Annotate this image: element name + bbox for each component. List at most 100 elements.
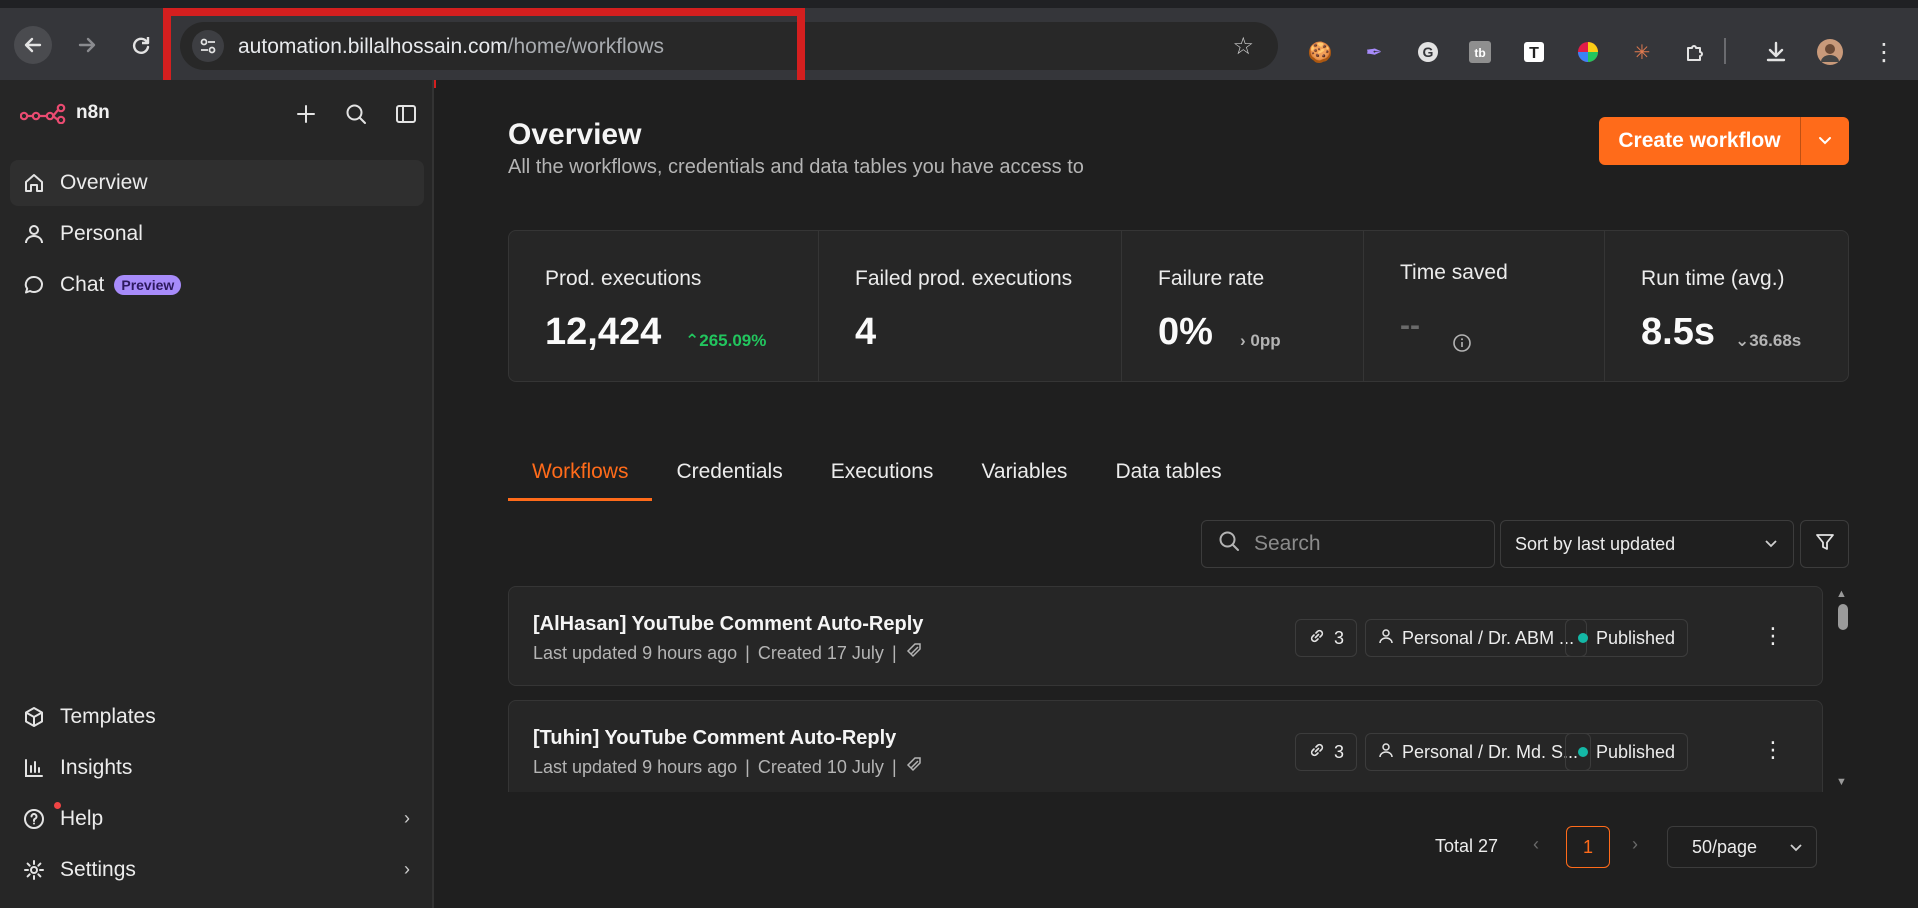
stat-value: 8.5s [1641, 311, 1715, 353]
tab-executions[interactable]: Executions [807, 452, 958, 501]
url-highlight-box [163, 8, 805, 88]
info-icon[interactable] [1452, 333, 1472, 358]
shared-links-chip[interactable]: 3 [1295, 733, 1358, 771]
svg-text:T: T [1529, 45, 1539, 62]
status-dot [1578, 633, 1588, 643]
chevron-down-icon [1788, 839, 1804, 860]
tab-bar: Workflows Credentials Executions Variabl… [508, 452, 1246, 501]
create-workflow-button[interactable]: Create workflow [1599, 117, 1849, 165]
tab-data-tables[interactable]: Data tables [1091, 452, 1245, 501]
scroll-up-arrow[interactable]: ▲ [1836, 588, 1847, 600]
sidebar-item-label: Chat [60, 273, 105, 296]
back-arrow-icon[interactable] [14, 26, 52, 64]
insights-summary: Prod. executions 12,424 ⌃265.09% Failed … [508, 230, 1849, 382]
workflow-title[interactable]: [AlHasan] YouTube Comment Auto-Reply [533, 613, 923, 636]
stat-delta: ⌄36.68s [1735, 331, 1802, 350]
plus-icon[interactable] [294, 102, 318, 126]
feather-extension-icon[interactable]: ✒ [1360, 38, 1388, 66]
owner-chip[interactable]: Personal / Dr. Md. S... [1365, 733, 1592, 771]
tag-icon [905, 755, 925, 780]
n8n-logo[interactable]: n8n [20, 102, 110, 124]
tab-variables[interactable]: Variables [957, 452, 1091, 501]
sidebar-item-label: Help [60, 807, 104, 830]
sidebar: n8n Overview Personal Chat Preview Templ… [0, 80, 434, 908]
download-icon[interactable] [1762, 38, 1790, 66]
status-badge: Published [1565, 619, 1689, 657]
filter-icon [1815, 532, 1835, 557]
page-number[interactable]: 1 [1566, 826, 1610, 868]
tab-credentials[interactable]: Credentials [652, 452, 806, 501]
tab-workflows[interactable]: Workflows [508, 452, 653, 501]
workflow-card[interactable]: [Tuhin] YouTube Comment Auto-Reply Last … [508, 700, 1823, 792]
extensions-puzzle-icon[interactable] [1682, 38, 1710, 66]
owner-chip[interactable]: Personal / Dr. ABM ... [1365, 619, 1588, 657]
sidebar-item-help[interactable]: Help › [10, 796, 424, 842]
stat-value: 4 [855, 311, 877, 353]
scrollbar-thumb[interactable] [1838, 604, 1848, 630]
filter-button[interactable] [1800, 520, 1849, 568]
sort-label: Sort by last updated [1515, 533, 1676, 554]
bookmark-star-icon[interactable]: ☆ [1232, 32, 1254, 61]
notification-dot [54, 802, 61, 809]
pagination: Total 27 ‹ 1 › 50/page [436, 826, 1918, 868]
sort-select[interactable]: Sort by last updated [1500, 520, 1794, 568]
create-workflow-label[interactable]: Create workflow [1599, 117, 1801, 165]
stat-value: 0% [1158, 311, 1213, 353]
sidebar-item-chat[interactable]: Chat Preview [10, 262, 424, 308]
box-icon [22, 705, 46, 729]
chevron-down-icon [1763, 535, 1779, 556]
workflow-card[interactable]: [AlHasan] YouTube Comment Auto-Reply Las… [508, 586, 1823, 686]
page-subtitle: All the workflows, credentials and data … [508, 156, 1084, 178]
grammarly-extension-icon[interactable]: G [1414, 38, 1442, 66]
stat-time-saved[interactable]: Time saved -- [1364, 231, 1605, 381]
more-options-icon[interactable]: ⋮ [1762, 623, 1784, 649]
more-options-icon[interactable]: ⋮ [1762, 737, 1784, 763]
stat-run-time[interactable]: Run time (avg.) 8.5s ⌄36.68s [1605, 231, 1848, 381]
total-count: Total 27 [1435, 836, 1499, 856]
chrome-menu-icon[interactable]: ⋮ [1870, 38, 1898, 66]
sidebar-item-settings[interactable]: Settings › [10, 847, 424, 893]
search-icon [1218, 530, 1240, 558]
status-dot [1578, 747, 1588, 757]
stat-failure-rate[interactable]: Failure rate 0% › 0pp [1122, 231, 1364, 381]
stat-value: 12,424 [545, 311, 662, 353]
sidebar-item-personal[interactable]: Personal [10, 211, 424, 257]
sidebar-item-insights[interactable]: Insights [10, 745, 424, 791]
user-icon [1378, 628, 1394, 649]
page-size-select[interactable]: 50/page [1667, 826, 1817, 868]
search-icon[interactable] [344, 102, 368, 126]
stat-delta: ⌃265.09% [685, 331, 767, 350]
t-extension-icon[interactable]: T [1520, 38, 1548, 66]
sidebar-toggle-icon[interactable] [394, 102, 418, 126]
preview-badge: Preview [114, 275, 182, 295]
workflow-list: [AlHasan] YouTube Comment Auto-Reply Las… [508, 586, 1836, 792]
search-input[interactable]: Search [1201, 520, 1495, 568]
link-icon [1308, 627, 1326, 650]
forward-arrow-icon[interactable] [68, 26, 106, 64]
scroll-down-arrow[interactable]: ▼ [1836, 776, 1847, 788]
browser-toolbar: automation.billalhossain.com/home/workfl… [0, 0, 1918, 88]
shared-links-chip[interactable]: 3 [1295, 619, 1358, 657]
stat-failed-executions[interactable]: Failed prod. executions 4 [819, 231, 1122, 381]
cookie-extension-icon[interactable]: 🍪 [1306, 38, 1334, 66]
user-icon [22, 222, 46, 246]
status-badge: Published [1565, 733, 1689, 771]
stat-prod-executions[interactable]: Prod. executions 12,424 ⌃265.09% [509, 231, 819, 381]
workflow-title[interactable]: [Tuhin] YouTube Comment Auto-Reply [533, 727, 896, 750]
list-scrollbar[interactable]: ▲ ▼ [1836, 586, 1849, 792]
claude-extension-icon[interactable]: ✳ [1628, 38, 1656, 66]
stat-delta: › 0pp [1240, 331, 1281, 350]
sidebar-item-label: Overview [60, 171, 148, 194]
tb-extension-icon[interactable]: tb [1466, 38, 1494, 66]
prev-page-icon[interactable]: ‹ [1533, 834, 1539, 855]
reload-icon[interactable] [122, 26, 160, 64]
stat-label: Time saved [1400, 261, 1508, 284]
stat-label: Failure rate [1158, 267, 1265, 290]
color-wheel-extension-icon[interactable] [1574, 38, 1602, 66]
profile-avatar-icon[interactable] [1816, 38, 1844, 66]
sidebar-item-templates[interactable]: Templates [10, 694, 424, 740]
next-page-icon[interactable]: › [1632, 834, 1638, 855]
gear-icon [22, 858, 46, 882]
chevron-down-icon[interactable] [1801, 117, 1849, 165]
sidebar-item-overview[interactable]: Overview [10, 160, 424, 206]
